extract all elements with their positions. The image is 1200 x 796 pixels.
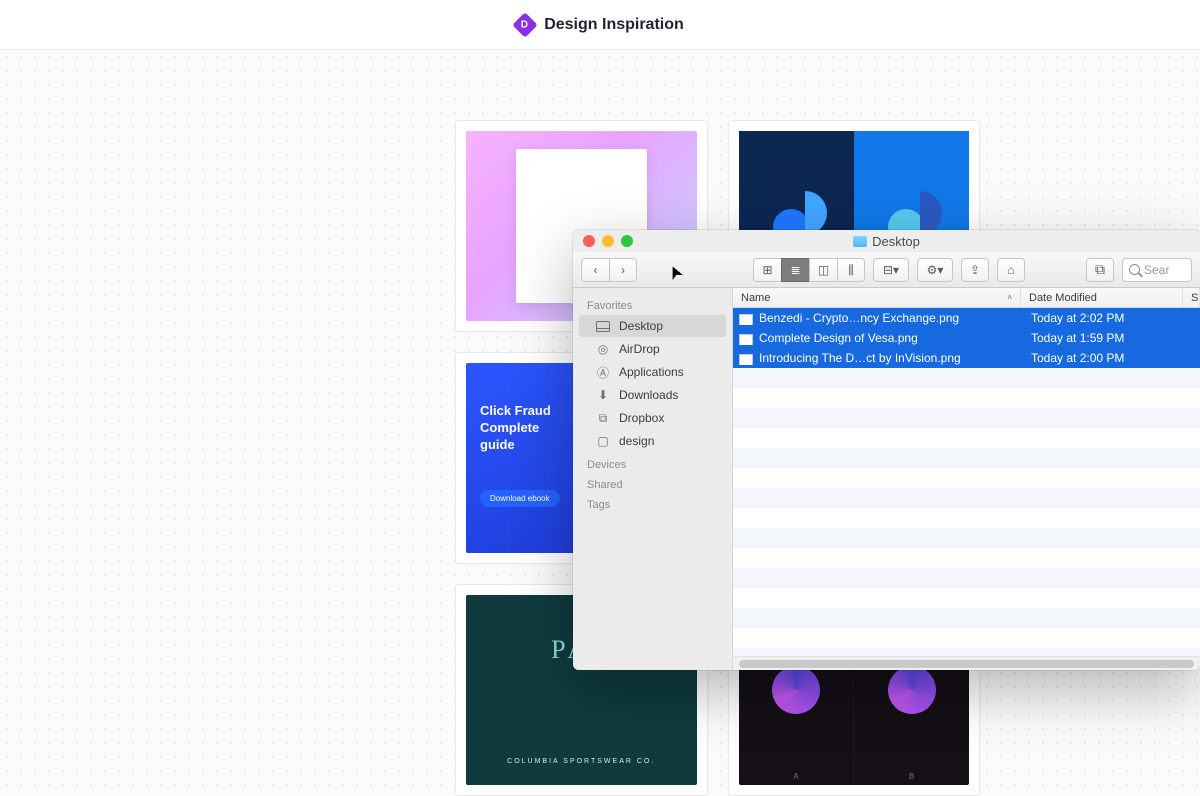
file-row[interactable]: Introducing The D…ct by InVision.pngToda… [733,348,1200,368]
finder-titlebar[interactable]: Desktop [573,230,1200,252]
empty-row [733,448,1200,468]
sidebar-item-design[interactable]: ▢ design [579,430,726,452]
airdrop-icon: ◎ [595,342,611,356]
dropbox-icon: ⧉ [1095,261,1105,278]
tags-button[interactable]: ⌂ [997,258,1025,282]
empty-row [733,408,1200,428]
sidebar-item-label: Desktop [619,319,663,333]
search-placeholder: Sear [1144,263,1169,277]
list-icon: ≣ [790,264,800,276]
sidebar-item-label: AirDrop [619,342,660,356]
share-button[interactable]: ⇪ [961,258,989,282]
app-logo-icon: D [512,12,537,37]
group-button[interactable]: ⊟▾ [873,258,909,282]
sidebar-item-label: design [619,434,654,448]
empty-row [733,608,1200,628]
empty-row [733,428,1200,448]
logo-letter: D [522,19,529,30]
folder-icon: ▢ [595,434,611,448]
chevron-right-icon: › [621,264,625,276]
column-name[interactable]: Name˄ [733,288,1021,307]
sidebar-section-shared: Shared [573,473,732,493]
tag-icon: ⌂ [1007,264,1014,276]
sidebar-item-label: Dropbox [619,411,664,425]
dropbox-icon: ⧉ [595,411,611,425]
view-gallery-button[interactable]: ⫼ [837,258,865,282]
gallery-icon: ⫼ [848,264,854,276]
sidebar-item-applications[interactable]: Ⓐ Applications [579,361,726,383]
sort-indicator-icon: ˄ [1007,293,1012,302]
sidebar-section-devices: Devices [573,453,732,473]
group-icon: ⊟▾ [883,264,899,276]
column-date[interactable]: Date Modified [1021,288,1183,307]
view-columns-button[interactable]: ◫ [809,258,837,282]
window-controls [583,235,633,247]
apps-icon: Ⓐ [595,365,611,379]
empty-row [733,508,1200,528]
folder-icon [853,236,867,247]
finder-window[interactable]: Desktop ‹ › ⊞ ≣ ◫ ⫼ ⊟▾ ⚙▾ ⇪ ⌂ ⧉ Sear Fav… [573,230,1200,670]
empty-row [733,388,1200,408]
file-row[interactable]: Benzedi - Crypto…ncy Exchange.pngToday a… [733,308,1200,328]
chevron-left-icon: ‹ [594,264,598,276]
image-file-icon [739,334,753,345]
close-button[interactable] [583,235,595,247]
empty-row [733,488,1200,508]
card-brand: COLUMBIA SPORTSWEAR CO. [466,758,697,765]
view-buttons: ⊞ ≣ ◫ ⫼ [753,258,865,282]
search-input[interactable]: Sear [1122,258,1192,282]
search-icon [1129,264,1140,275]
empty-row [733,648,1200,656]
gear-icon: ⚙▾ [927,264,944,276]
sidebar-item-label: Applications [619,365,684,379]
view-icons-button[interactable]: ⊞ [753,258,781,282]
variant-label: A [793,772,798,781]
finder-content: Name˄ Date Modified S Benzedi - Crypto…n… [733,288,1200,670]
top-bar: D Design Inspiration [0,0,1200,50]
variant-label: B [909,772,914,781]
empty-row [733,568,1200,588]
empty-row [733,628,1200,648]
window-title: Desktop [853,234,920,249]
share-icon: ⇪ [970,264,980,276]
sidebar-item-airdrop[interactable]: ◎ AirDrop [579,338,726,360]
card-heading: Click Fraud Complete guide [480,403,551,454]
empty-row [733,528,1200,548]
downloads-icon: ⬇ [595,388,611,402]
page-title: Design Inspiration [544,16,684,34]
empty-row [733,368,1200,388]
finder-sidebar: Favorites Desktop ◎ AirDrop Ⓐ Applications ⬇ D… [573,288,733,670]
view-list-button[interactable]: ≣ [781,258,809,282]
back-button[interactable]: ‹ [581,258,609,282]
horizontal-scrollbar[interactable] [733,656,1200,670]
columns-icon: ◫ [818,264,829,276]
image-file-icon [739,314,753,325]
grid-icon: ⊞ [762,264,772,276]
finder-toolbar: ‹ › ⊞ ≣ ◫ ⫼ ⊟▾ ⚙▾ ⇪ ⌂ ⧉ Sear [573,252,1200,288]
sidebar-section-favorites: Favorites [573,294,732,314]
empty-row [733,548,1200,568]
nav-buttons: ‹ › [581,258,637,282]
empty-row [733,588,1200,608]
sidebar-item-label: Downloads [619,388,678,402]
card-cta: Download ebook [480,490,560,507]
action-button[interactable]: ⚙▾ [917,258,953,282]
sidebar-item-desktop[interactable]: Desktop [579,315,726,337]
file-row[interactable]: Complete Design of Vesa.pngToday at 1:59… [733,328,1200,348]
dropbox-button[interactable]: ⧉ [1086,258,1114,282]
zoom-button[interactable] [621,235,633,247]
sidebar-item-downloads[interactable]: ⬇ Downloads [579,384,726,406]
sidebar-section-tags: Tags [573,493,732,513]
sidebar-item-dropbox[interactable]: ⧉ Dropbox [579,407,726,429]
minimize-button[interactable] [602,235,614,247]
column-headers: Name˄ Date Modified S [733,288,1200,308]
forward-button[interactable]: › [609,258,637,282]
image-file-icon [739,354,753,365]
desktop-icon [595,319,611,333]
file-list[interactable]: Benzedi - Crypto…ncy Exchange.pngToday a… [733,308,1200,656]
empty-row [733,468,1200,488]
column-size[interactable]: S [1183,288,1200,307]
